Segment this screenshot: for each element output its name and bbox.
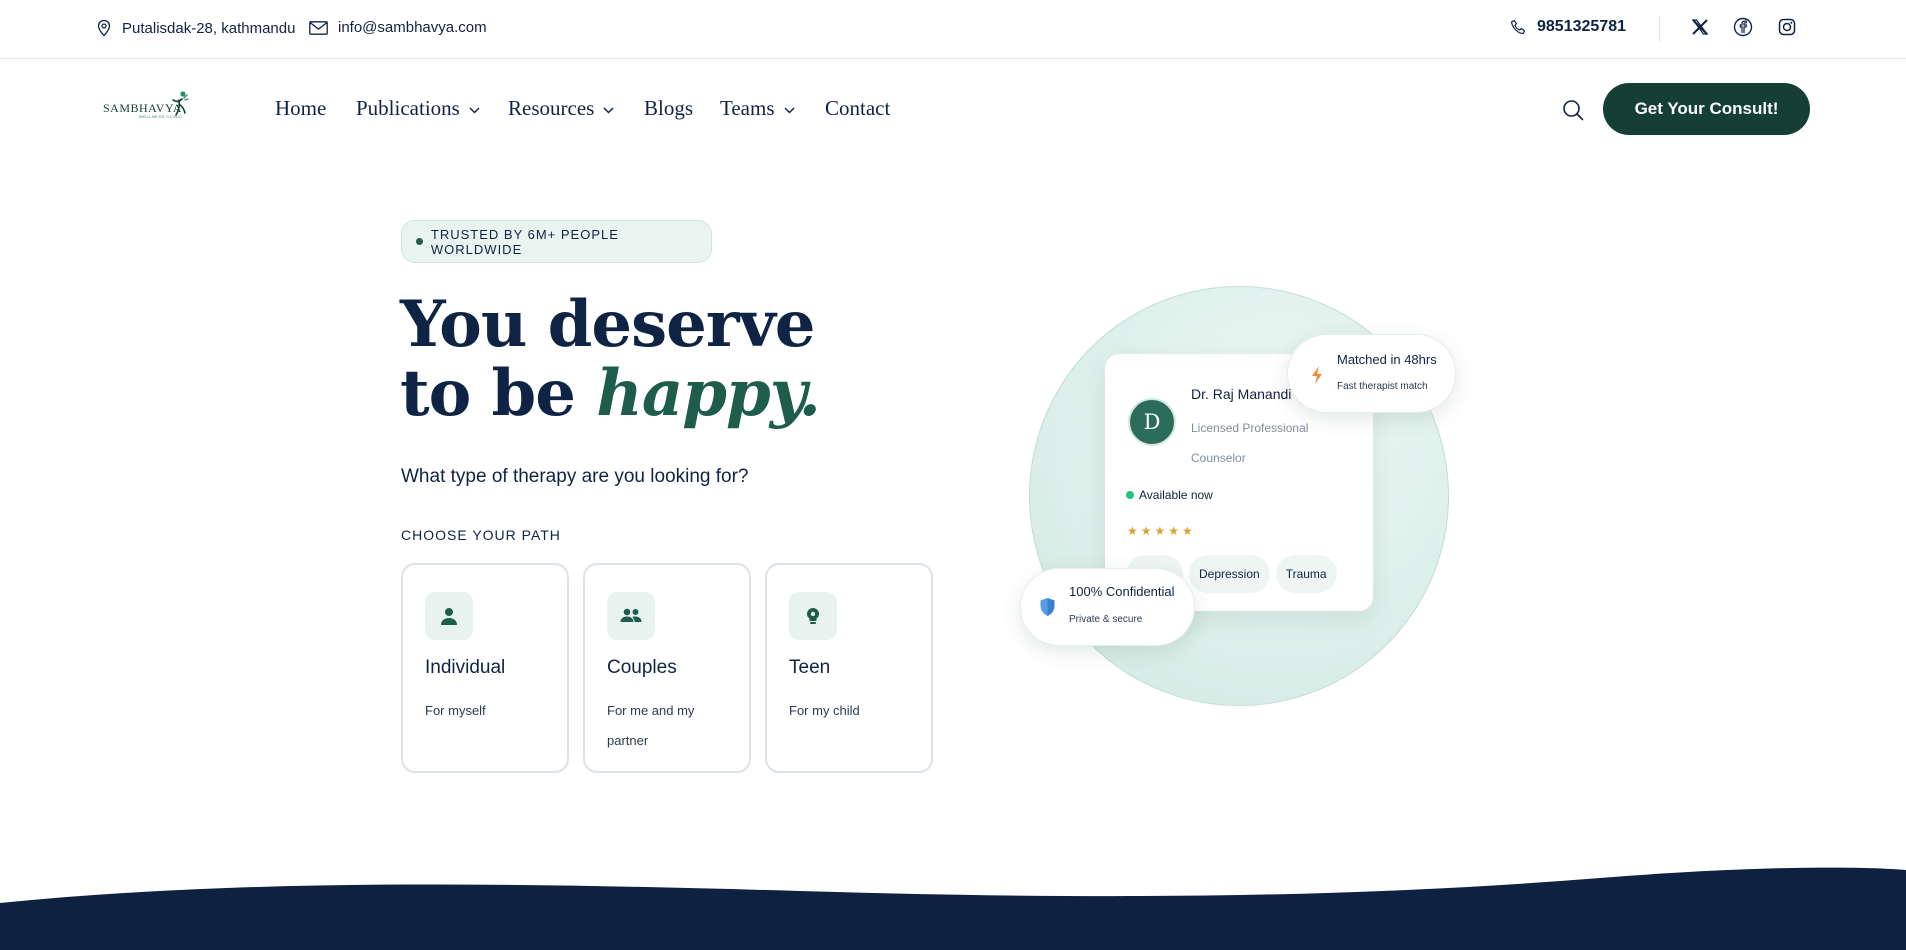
- rating-stars: ★★★★★: [1127, 524, 1196, 538]
- path-card-teen[interactable]: Teen For my child: [765, 563, 933, 773]
- hero-title-line2: to be: [400, 356, 576, 431]
- badge-dot: [416, 238, 423, 245]
- confidential-badge-title: 100% Confidential: [1069, 584, 1175, 599]
- path-card-couples[interactable]: Couples For me and my partner: [583, 563, 751, 773]
- specialty-tag: Depression: [1189, 555, 1270, 593]
- path-card-title: Individual: [425, 657, 506, 678]
- nav-item-label: Publications: [356, 96, 460, 120]
- avatar: D: [1128, 398, 1176, 446]
- nav-item-resources[interactable]: Resources: [508, 96, 614, 121]
- instagram-icon[interactable]: [1776, 16, 1798, 38]
- shield-icon: [1040, 598, 1055, 616]
- specialty-tag: Trauma: [1275, 555, 1337, 593]
- x-icon[interactable]: [1689, 16, 1711, 38]
- nav-item-publications[interactable]: Publications: [356, 96, 480, 121]
- email-text: info@sambhavya.com: [338, 19, 487, 36]
- nav-item-label: Teams: [720, 96, 775, 120]
- path-label: CHOOSE YOUR PATH: [401, 527, 561, 543]
- path-card-title: Couples: [607, 657, 677, 678]
- address-text: Putalisdak-28, kathmandu: [122, 19, 296, 37]
- matched-badge: Matched in 48hrs Fast therapist match: [1287, 334, 1456, 413]
- hero-subtitle: What type of therapy are you looking for…: [401, 466, 749, 487]
- hero-title-line1: You deserve: [400, 287, 815, 362]
- nav-item-blogs[interactable]: Blogs: [644, 96, 693, 121]
- top-info-bar: Putalisdak-28, kathmandu info@sambhavya.…: [0, 0, 1906, 59]
- path-card-subtitle: For my child: [789, 703, 860, 718]
- matched-badge-title: Matched in 48hrs: [1337, 352, 1437, 367]
- nav-item-label: Contact: [825, 96, 891, 120]
- confidential-badge: 100% Confidential Private & secure: [1020, 568, 1195, 646]
- nav-item-home[interactable]: Home: [275, 96, 326, 121]
- therapist-name: Dr. Raj Manandi: [1191, 386, 1292, 402]
- logo-figure-icon: [172, 91, 189, 116]
- confidential-badge-subtitle: Private & secure: [1069, 614, 1143, 625]
- envelope-icon: [309, 20, 328, 35]
- chevron-down-icon: [603, 106, 614, 114]
- topbar-divider: [1659, 16, 1660, 42]
- brand-logo[interactable]: SAMBHAVYA WELLNESS CLINIC: [103, 90, 189, 120]
- search-icon[interactable]: [1561, 98, 1585, 122]
- availability-status: Available now: [1126, 488, 1213, 502]
- status-dot: [1126, 491, 1134, 499]
- lightbulb-head-icon: [789, 592, 837, 640]
- matched-badge-subtitle: Fast therapist match: [1337, 381, 1428, 392]
- hero-title-accent: happy.: [596, 356, 821, 431]
- phone-text: 9851325781: [1537, 18, 1626, 35]
- nav-item-teams[interactable]: Teams: [720, 96, 795, 121]
- nav-item-label: Resources: [508, 96, 595, 120]
- lightning-icon: [1312, 366, 1322, 384]
- trust-badge-text: TRUSTED BY 6M+ PEOPLE WORLDWIDE: [430, 226, 619, 257]
- people-icon: [607, 592, 655, 640]
- hero-title: You deserve to be happy.: [400, 287, 821, 431]
- location-pin-icon: [97, 19, 111, 37]
- therapist-role: Licensed Professional Counselor: [1191, 421, 1309, 465]
- chevron-down-icon: [469, 106, 480, 114]
- nav-item-label: Home: [275, 96, 327, 120]
- trust-badge: TRUSTED BY 6M+ PEOPLE WORLDWIDE: [401, 220, 712, 263]
- facebook-icon[interactable]: [1732, 16, 1754, 38]
- nav-item-contact[interactable]: Contact: [825, 96, 890, 121]
- phone-icon: [1510, 19, 1526, 34]
- availability-text: Available now: [1139, 488, 1213, 502]
- path-card-subtitle: For me and my partner: [607, 703, 695, 748]
- phone-link[interactable]: 9851325781: [1510, 18, 1626, 36]
- path-card-individual[interactable]: Individual For myself: [401, 563, 569, 773]
- email-link[interactable]: info@sambhavya.com: [309, 19, 487, 36]
- chevron-down-icon: [783, 106, 795, 114]
- person-icon: [425, 592, 473, 640]
- footer-wave: [0, 867, 1906, 950]
- address-info: Putalisdak-28, kathmandu: [96, 19, 295, 37]
- nav-item-label: Blogs: [644, 96, 694, 120]
- path-card-title: Teen: [789, 657, 831, 678]
- get-consult-button[interactable]: Get Your Consult!: [1603, 83, 1810, 135]
- path-card-subtitle: For myself: [425, 703, 486, 718]
